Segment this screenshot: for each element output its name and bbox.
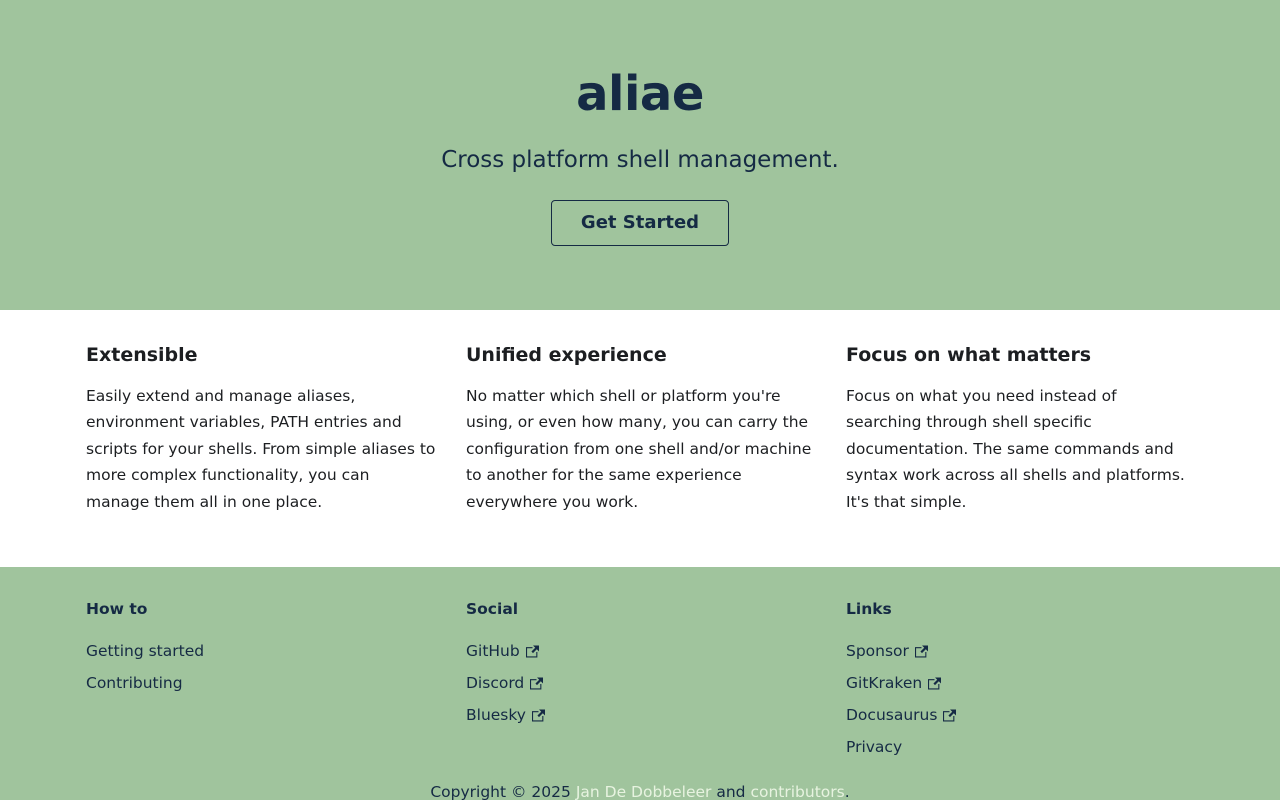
footer-link-github[interactable]: GitHub xyxy=(466,640,520,662)
features-section: Extensible Easily extend and manage alia… xyxy=(0,310,1280,567)
footer-column-links: Links Sponsor GitKraken Docusaurus Priva… xyxy=(846,598,1206,768)
contributors-link[interactable]: contributors xyxy=(750,783,844,801)
footer-column-title: Social xyxy=(466,600,519,618)
footer-link-bluesky[interactable]: Bluesky xyxy=(466,704,526,726)
feature-text: No matter which shell or platform you're… xyxy=(466,387,812,511)
footer-link-contributing[interactable]: Contributing xyxy=(86,672,183,694)
external-link-icon xyxy=(525,645,539,657)
footer-link-discord[interactable]: Discord xyxy=(466,672,524,694)
footer-column-how-to: How to Getting started Contributing xyxy=(86,598,446,704)
hero-subtitle: Cross platform shell management. xyxy=(441,147,839,173)
footer-link-sponsor[interactable]: Sponsor xyxy=(846,640,909,662)
footer-link-privacy[interactable]: Privacy xyxy=(846,736,902,758)
hero-banner: aliae Cross platform shell management. G… xyxy=(0,0,1280,310)
feature-extensible: Extensible Easily extend and manage alia… xyxy=(86,342,436,515)
author-link[interactable]: Jan De Dobbeleer xyxy=(576,783,712,801)
external-link-icon xyxy=(943,709,957,721)
external-link-icon xyxy=(530,677,544,689)
footer-column-title: Links xyxy=(846,600,892,618)
get-started-button[interactable]: Get Started xyxy=(551,200,729,246)
feature-title: Unified experience xyxy=(466,344,667,366)
hero-title: aliae xyxy=(576,66,704,122)
feature-title: Focus on what matters xyxy=(846,344,1092,366)
footer-column-title: How to xyxy=(86,600,148,618)
feature-text: Focus on what you need instead of search… xyxy=(846,387,1185,511)
external-link-icon xyxy=(531,709,545,721)
external-link-icon xyxy=(914,645,928,657)
footer-link-docusaurus[interactable]: Docusaurus xyxy=(846,704,937,726)
site-footer: How to Getting started Contributing Soci… xyxy=(0,567,1280,801)
footer-link-getting-started[interactable]: Getting started xyxy=(86,640,204,662)
external-link-icon xyxy=(928,677,942,689)
copyright-suffix: . xyxy=(844,783,850,801)
feature-title: Extensible xyxy=(86,344,198,366)
feature-text: Easily extend and manage aliases, enviro… xyxy=(86,387,436,511)
copyright-and: and xyxy=(716,783,746,801)
feature-focus: Focus on what matters Focus on what you … xyxy=(846,342,1196,515)
feature-unified-experience: Unified experience No matter which shell… xyxy=(466,342,816,515)
copyright-prefix: Copyright © 2025 xyxy=(430,783,571,801)
footer-link-gitkraken[interactable]: GitKraken xyxy=(846,672,922,694)
footer-column-social: Social GitHub Discord Bluesky xyxy=(466,598,826,736)
